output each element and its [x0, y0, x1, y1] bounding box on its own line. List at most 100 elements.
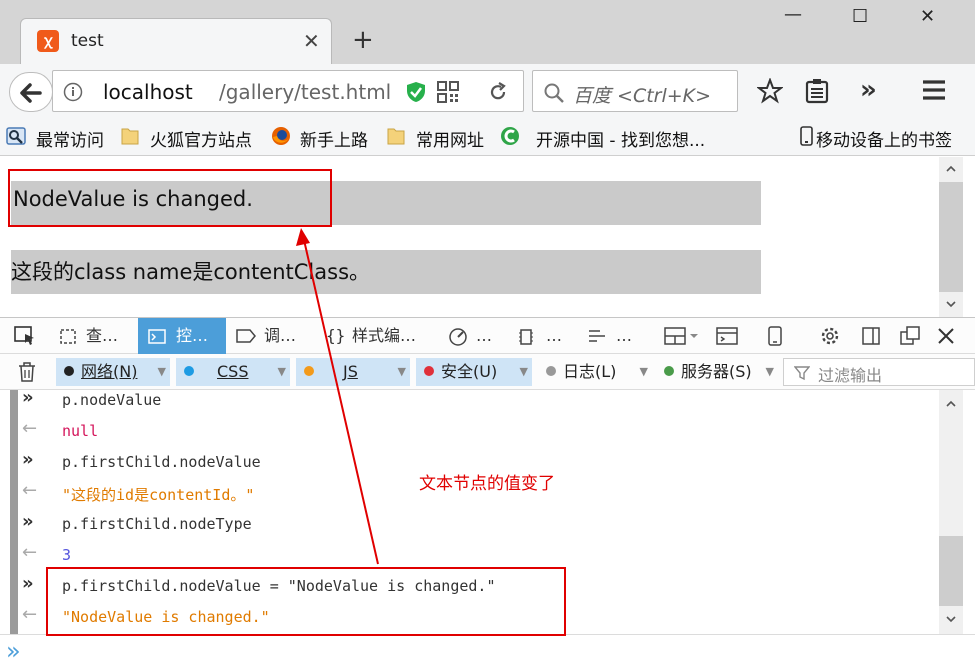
bookmark-most-visited[interactable]: 最常访问	[36, 126, 104, 151]
page-scroll-thumb[interactable]	[939, 182, 963, 292]
shield-icon[interactable]	[405, 81, 427, 103]
scroll-up-icon[interactable]	[946, 400, 956, 407]
mobile-device-icon	[800, 126, 813, 146]
back-arrow-icon	[20, 83, 42, 103]
prompt-chevron-icon: »	[6, 637, 21, 665]
bookmark-common-sites[interactable]: 常用网址	[416, 126, 484, 151]
oschina-icon	[501, 127, 519, 145]
console-icon	[148, 329, 166, 344]
css-dot-icon	[184, 366, 194, 376]
tab-memory[interactable]: …	[512, 318, 574, 354]
style-editor-icon: {}	[326, 326, 346, 345]
back-button[interactable]	[9, 72, 53, 112]
tab-title: test	[71, 31, 104, 51]
url-host: localhost	[103, 80, 193, 104]
trash-icon[interactable]	[18, 362, 36, 382]
filter-js-button[interactable]: JS ▼	[296, 358, 410, 386]
title-bar: ꭓ test ✕ + — ☐ ✕	[0, 0, 975, 64]
menu-icon[interactable]	[921, 78, 947, 102]
content-paragraph-2: 这段的class name是contentClass。	[11, 250, 761, 294]
element-picker-icon[interactable]	[14, 326, 36, 346]
info-icon[interactable]	[63, 82, 83, 102]
console-gutter	[10, 390, 18, 634]
security-dot-icon	[424, 366, 434, 376]
chevron-down-icon: ▼	[519, 365, 528, 378]
responsive-mode-icon[interactable]	[768, 326, 782, 346]
result-arrow-icon: ←	[22, 418, 38, 439]
search-box[interactable]: 百度 <Ctrl+K>	[532, 70, 738, 112]
bookmark-firefox-site[interactable]: 火狐官方站点	[150, 126, 252, 151]
reading-list-icon[interactable]	[805, 78, 829, 104]
tab-inspector[interactable]: 查…	[54, 318, 134, 354]
console-command-input[interactable]: »	[0, 634, 975, 670]
log-dot-icon	[546, 366, 556, 376]
url-path: /gallery/test.html	[219, 80, 392, 104]
scroll-down-icon[interactable]	[946, 616, 956, 623]
bookmark-oschina[interactable]: 开源中国 - 找到您想...	[536, 126, 705, 151]
devtools-close-icon[interactable]	[937, 327, 955, 345]
xampp-icon: ꭓ	[37, 30, 59, 52]
tab-style-editor[interactable]: {} 样式编…	[322, 318, 438, 354]
firefox-icon	[272, 127, 290, 145]
bookmark-getting-started[interactable]: 新手上路	[300, 126, 368, 151]
server-dot-icon	[664, 366, 674, 376]
scroll-down-icon[interactable]	[946, 301, 956, 308]
result-arrow-icon: ←	[22, 480, 38, 501]
tab-performance[interactable]: …	[444, 318, 504, 354]
annotation-box-page	[8, 169, 332, 227]
chevron-down-icon: ▼	[157, 365, 166, 378]
filter-logging-button[interactable]: 日志(L) ▼	[538, 358, 652, 386]
filter-server-button[interactable]: 服务器(S) ▼	[656, 358, 778, 386]
tab-console[interactable]: 控…	[138, 318, 226, 354]
qr-code-icon[interactable]	[437, 81, 459, 103]
search-icon	[544, 83, 564, 103]
result-arrow-icon: ←	[22, 542, 38, 563]
dock-side-icon[interactable]	[862, 327, 880, 345]
tab-debugger[interactable]: 调…	[232, 318, 314, 354]
tab-close-icon[interactable]: ✕	[303, 29, 320, 53]
console-scroll-thumb[interactable]	[939, 536, 963, 606]
url-bar[interactable]: localhost /gallery/test.html	[52, 70, 524, 112]
folder-icon	[387, 128, 405, 145]
filter-funnel-icon	[794, 366, 810, 381]
new-tab-button[interactable]: +	[352, 26, 374, 54]
paragraph-2-text: 这段的class name是contentClass。	[11, 260, 371, 284]
scroll-up-icon[interactable]	[946, 165, 956, 172]
memory-icon	[519, 329, 533, 345]
overflow-button[interactable]: »	[860, 75, 877, 105]
input-chevron-icon: »	[22, 573, 34, 594]
bookmarks-bar: 最常访问 火狐官方站点 新手上路 常用网址 开源中国 - 找到您想... 移动设…	[0, 119, 975, 156]
bookmark-mobile[interactable]: 移动设备上的书签	[816, 126, 952, 151]
split-layout-icon[interactable]	[664, 327, 700, 345]
filter-net-button[interactable]: 网络(N) ▼	[56, 358, 170, 386]
input-chevron-icon: »	[22, 387, 34, 408]
page-scrollbar[interactable]	[939, 157, 963, 317]
browser-tab[interactable]: ꭓ test ✕	[20, 18, 332, 64]
annotation-label: 文本节点的值变了	[419, 474, 555, 494]
window-close-button[interactable]: ✕	[920, 6, 935, 27]
folder-icon	[121, 128, 139, 145]
input-chevron-icon: »	[22, 511, 34, 532]
separate-window-icon[interactable]	[900, 326, 920, 346]
nav-bar: localhost /gallery/test.html 百度 <Ctrl+K>	[0, 64, 975, 119]
debugger-icon	[236, 329, 256, 343]
chevron-down-icon: ▼	[277, 365, 286, 378]
filter-placeholder: 过滤输出	[818, 366, 883, 385]
split-console-icon[interactable]	[716, 327, 738, 345]
reload-icon[interactable]	[487, 81, 509, 103]
bookmark-star-icon[interactable]	[757, 78, 783, 104]
search-placeholder: 百度 <Ctrl+K>	[573, 85, 712, 107]
annotation-box-console	[46, 567, 566, 636]
js-dot-icon	[304, 366, 314, 376]
filter-output-input[interactable]: 过滤输出	[783, 358, 975, 386]
console-scrollbar[interactable]	[939, 390, 963, 634]
tab-network[interactable]: …	[582, 318, 646, 354]
input-chevron-icon: »	[22, 449, 34, 470]
chevron-down-icon: ▼	[765, 365, 774, 378]
settings-gear-icon[interactable]	[820, 326, 840, 346]
maximize-button[interactable]: ☐	[852, 6, 868, 27]
minimize-button[interactable]: —	[784, 4, 802, 25]
filter-security-button[interactable]: 安全(U) ▼	[416, 358, 532, 386]
most-visited-icon	[6, 127, 26, 145]
filter-css-button[interactable]: CSS ▼	[176, 358, 290, 386]
